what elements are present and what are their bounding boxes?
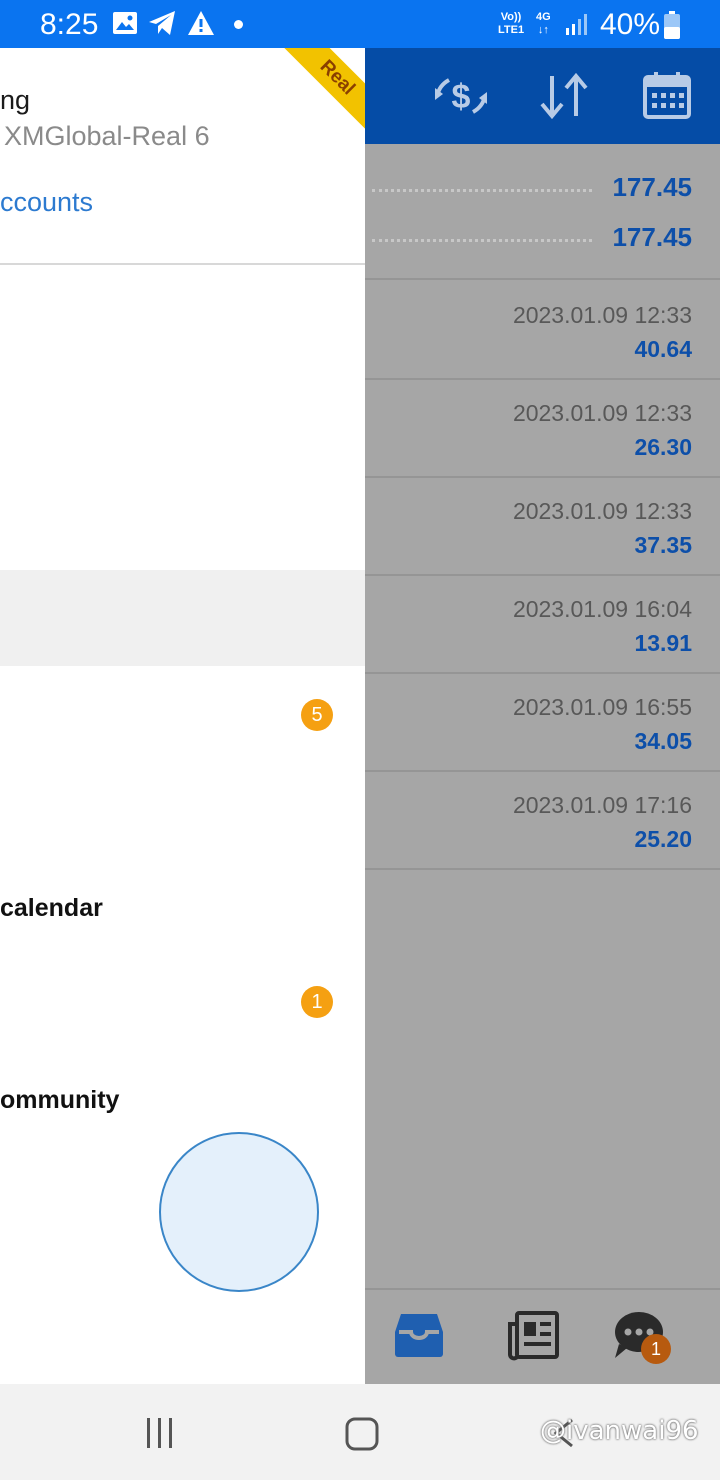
- touch-indicator: [159, 1132, 319, 1292]
- dot-icon: [234, 20, 243, 29]
- drawer-item-label: ommunity: [0, 1086, 120, 1114]
- svg-text:$: $: [452, 78, 471, 116]
- divider: [365, 278, 720, 280]
- manage-accounts-link[interactable]: ccounts: [0, 186, 93, 218]
- volte-indicator: Vo)) LTE1: [498, 11, 525, 36]
- system-nav-bar: @ivanwai96: [0, 1384, 720, 1480]
- trade-profit: 26.30: [634, 434, 692, 460]
- real-account-ribbon: Real: [272, 48, 365, 143]
- trade-profit: 40.64: [634, 336, 692, 362]
- calendar-icon[interactable]: [642, 70, 692, 120]
- warning-icon: [188, 11, 214, 35]
- trade-profit: 13.91: [634, 630, 692, 656]
- battery-percent: 40%: [600, 8, 661, 41]
- divider: [365, 770, 720, 772]
- account-name: ng: [0, 85, 31, 115]
- image-icon: [113, 12, 137, 34]
- drawer-item-selected[interactable]: [0, 570, 365, 666]
- divider: [365, 868, 720, 870]
- trade-date: 2023.01.09 12:33: [512, 400, 692, 426]
- divider: [365, 378, 720, 380]
- battery-icon: [664, 11, 680, 39]
- status-time: 8:25: [40, 8, 99, 41]
- divider: [365, 672, 720, 674]
- trade-date: 2023.01.09 16:04: [512, 596, 692, 622]
- trade-profit: 37.35: [634, 532, 692, 558]
- trade-profit: 25.20: [634, 826, 692, 852]
- trade-date: 2023.01.09 12:33: [512, 498, 692, 524]
- drawer-item-label: calendar: [0, 894, 103, 922]
- recent-apps-icon[interactable]: [144, 1418, 176, 1448]
- trade-date: 2023.01.09 17:16: [512, 792, 692, 818]
- app-header: $: [365, 48, 720, 144]
- notification-badge: 5: [301, 699, 333, 731]
- divider: [365, 476, 720, 478]
- trade-profit: 34.05: [634, 728, 692, 754]
- network-indicator: 4G ↓↑: [536, 11, 551, 36]
- watermark: @ivanwai96: [540, 1416, 699, 1446]
- divider: [365, 574, 720, 576]
- inbox-icon[interactable]: [393, 1310, 445, 1360]
- home-icon[interactable]: [345, 1417, 379, 1451]
- telegram-icon: [149, 11, 175, 35]
- exchange-dollar-icon[interactable]: $: [433, 70, 489, 122]
- summary-dots: [372, 189, 592, 192]
- news-icon[interactable]: [507, 1310, 559, 1362]
- trade-date: 2023.01.09 12:33: [512, 302, 692, 328]
- signal-icon: [566, 14, 587, 35]
- account-server: XMGlobal-Real 6: [4, 121, 210, 151]
- summary-value: 177.45: [612, 222, 692, 252]
- sort-icon[interactable]: [538, 70, 590, 122]
- status-bar: 8:25 Vo)) LTE1 4G ↓↑ 40%: [0, 0, 720, 48]
- summary-value: 177.45: [612, 172, 692, 202]
- trade-date: 2023.01.09 16:55: [512, 694, 692, 720]
- navigation-drawer: ng XMGlobal-Real 6 ccounts Real 5 calend…: [0, 48, 365, 1384]
- bottom-tab-bar: [365, 1288, 720, 1384]
- notification-badge: 1: [301, 986, 333, 1018]
- chat-badge: 1: [641, 1334, 671, 1364]
- divider: [0, 263, 365, 265]
- summary-dots: [372, 239, 592, 242]
